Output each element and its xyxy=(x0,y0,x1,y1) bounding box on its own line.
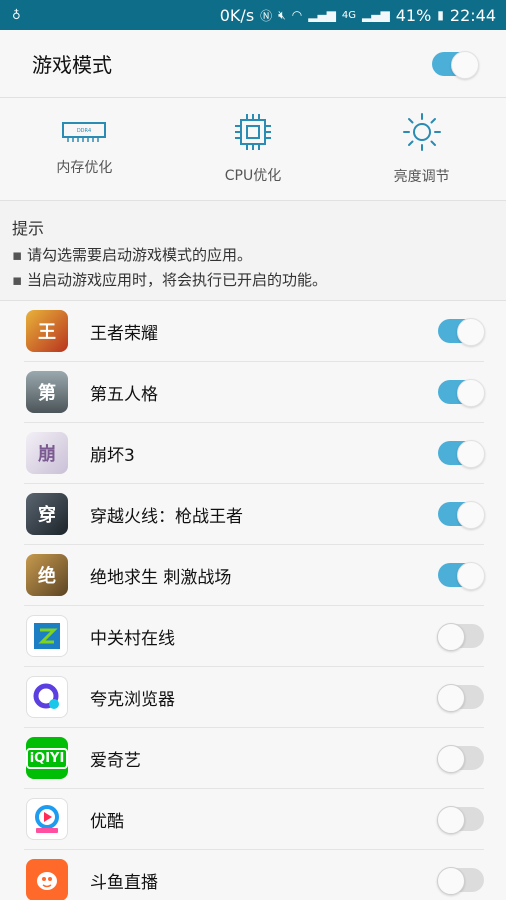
feature-row: DDR4 内存优化 CPU优化 亮度调节 xyxy=(0,98,506,201)
app-toggle[interactable] xyxy=(438,440,485,468)
wifi-icon: ◠ xyxy=(291,8,303,22)
quark-logo-icon xyxy=(33,683,59,709)
app-toggle[interactable] xyxy=(437,745,484,773)
app-name: 优酷 xyxy=(90,811,124,832)
svg-text:DDR4: DDR4 xyxy=(77,128,91,134)
list-item[interactable]: 优酷 xyxy=(24,789,484,850)
list-item[interactable]: 中关村在线 xyxy=(24,606,484,667)
page-title: 游戏模式 xyxy=(32,53,112,77)
app-toggle[interactable] xyxy=(437,684,484,712)
net-speed: 0K/s xyxy=(219,5,255,25)
app-name: 绝地求生 刺激战场 xyxy=(90,567,232,588)
list-item[interactable]: 第 第五人格 xyxy=(24,362,485,423)
app-list: 王 王者荣耀 第 第五人格 崩 崩坏3 穿 穿越火线：枪战王者 绝 绝地求生 刺… xyxy=(0,301,506,900)
brightness-sun-icon xyxy=(402,113,441,151)
feature-brightness[interactable]: 亮度调节 xyxy=(337,98,506,200)
app-name: 爱奇艺 xyxy=(90,750,141,771)
app-name: 中关村在线 xyxy=(90,628,175,649)
ram-chip-icon: DDR4 xyxy=(62,122,107,142)
app-icon-honor-of-kings: 王 xyxy=(26,310,68,352)
app-name: 王者荣耀 xyxy=(90,323,158,344)
tip-line: 请勾选需要启动游戏模式的应用。 xyxy=(12,243,494,268)
list-item[interactable]: 王 王者荣耀 xyxy=(24,301,485,362)
app-toggle[interactable] xyxy=(437,623,484,651)
app-icon-iqiyi: iQIYI xyxy=(26,737,68,779)
app-toggle[interactable] xyxy=(438,562,485,590)
game-mode-toggle[interactable] xyxy=(432,50,479,79)
app-toggle[interactable] xyxy=(438,379,485,407)
app-toggle[interactable] xyxy=(438,501,485,529)
list-item[interactable]: 斗鱼直播 xyxy=(24,850,484,900)
zol-logo-icon xyxy=(34,623,60,649)
app-icon-honkai-3: 崩 xyxy=(26,432,68,474)
list-item[interactable]: 崩 崩坏3 xyxy=(24,423,485,484)
app-toggle[interactable] xyxy=(437,867,484,895)
mute-icon: 🔇︎ xyxy=(278,7,286,22)
tip-line: 当启动游戏应用时，将会执行已开启的功能。 xyxy=(12,268,494,293)
list-item[interactable]: 夸克浏览器 xyxy=(24,667,484,728)
app-icon-identity-v: 第 xyxy=(26,371,68,413)
feature-ram-label: 内存优化 xyxy=(56,160,113,176)
signal-icon-2: ▂▄▆ xyxy=(362,8,390,22)
nfc-icon: Ⓝ xyxy=(260,8,273,23)
app-icon-douyu xyxy=(26,859,68,900)
feature-cpu[interactable]: CPU优化 xyxy=(169,98,338,200)
app-toggle[interactable] xyxy=(438,318,485,346)
feature-ram[interactable]: DDR4 内存优化 xyxy=(0,98,169,200)
app-icon-quark-browser xyxy=(26,676,68,718)
app-icon-youku xyxy=(26,798,68,840)
app-name: 第五人格 xyxy=(90,384,158,405)
youku-logo-icon xyxy=(35,805,59,833)
tips-title: 提示 xyxy=(12,219,45,238)
cpu-chip-icon xyxy=(235,114,271,150)
network-type: 4G xyxy=(341,9,357,21)
douyu-fish-icon xyxy=(37,872,57,890)
status-bar: ♁ 0K/s Ⓝ 🔇︎ ◠ ▂▄▆ 4G ▂▄▆ 41% ▮ 22:44 xyxy=(0,0,506,30)
app-icon-zol xyxy=(26,615,68,657)
feature-brightness-label: 亮度调节 xyxy=(393,169,450,185)
tips-section: 提示 请勾选需要启动游戏模式的应用。 当启动游戏应用时，将会执行已开启的功能。 xyxy=(0,201,506,301)
app-name: 穿越火线：枪战王者 xyxy=(90,506,243,527)
list-item[interactable]: iQIYI 爱奇艺 xyxy=(24,728,484,789)
signal-icon: ▂▄▆ xyxy=(308,8,336,22)
app-icon-pubg-mobile: 绝 xyxy=(26,554,68,596)
clock: 22:44 xyxy=(449,5,496,25)
app-icon-crossfire: 穿 xyxy=(26,493,68,535)
app-name: 斗鱼直播 xyxy=(90,872,158,893)
app-name: 崩坏3 xyxy=(90,445,135,466)
app-name: 夸克浏览器 xyxy=(90,689,175,710)
game-mode-header[interactable]: 游戏模式 xyxy=(0,30,506,98)
list-item[interactable]: 穿 穿越火线：枪战王者 xyxy=(24,484,485,545)
list-item[interactable]: 绝 绝地求生 刺激战场 xyxy=(24,545,485,606)
feature-cpu-label: CPU优化 xyxy=(224,168,282,184)
app-toggle[interactable] xyxy=(437,806,484,834)
battery-percent: 41% xyxy=(395,5,432,25)
battery-icon: ▮ xyxy=(437,8,444,22)
notification-icon: ♁ xyxy=(12,8,21,22)
